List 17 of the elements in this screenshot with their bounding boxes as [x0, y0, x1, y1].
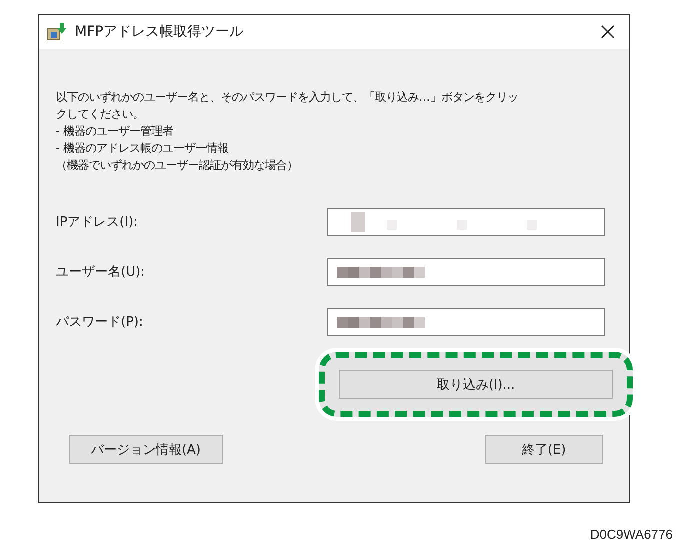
close-icon[interactable]: [601, 25, 615, 39]
instruction-text: - 機器のアドレス帳のユーザー情報: [56, 141, 230, 157]
exit-button[interactable]: 終了(E): [485, 435, 603, 464]
field-label: IPアドレス(I):: [56, 214, 138, 231]
input-field[interactable]: [327, 308, 605, 336]
input-field[interactable]: [327, 208, 605, 236]
version-info-button[interactable]: バージョン情報(A): [69, 435, 223, 464]
figure-id: D0C9WA6776: [590, 527, 673, 542]
import-button[interactable]: 取り込み(I)...: [339, 370, 613, 399]
instruction-text: - 機器のユーザー管理者: [56, 124, 175, 140]
field-label: ユーザー名(U):: [56, 264, 146, 281]
input-field[interactable]: [327, 258, 605, 286]
field-label: パスワード(P):: [56, 314, 144, 331]
window-title: MFPアドレス帳取得ツール: [75, 23, 245, 41]
instruction-text: 以下のいずれかのユーザー名と、そのパスワードを入力して、「取り込み…」ボタンをクリックしてください。: [56, 90, 520, 123]
instruction-text: （機器でいずれかのユーザー認証が有効な場合）: [56, 158, 299, 174]
download-book-icon: [47, 23, 67, 41]
